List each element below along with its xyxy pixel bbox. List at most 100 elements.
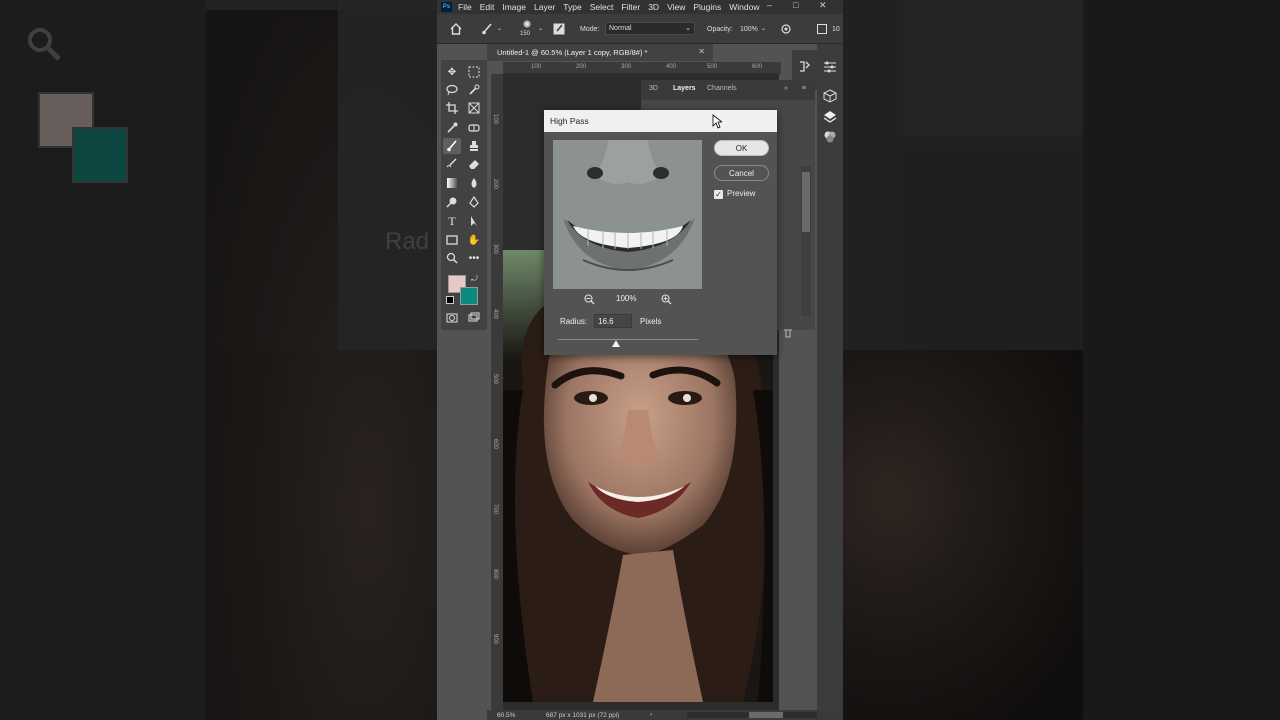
eraser-tool-icon[interactable] (465, 156, 483, 172)
panel-menu-icon[interactable]: ≡ (802, 85, 806, 92)
ruler-tick-label: 600 (492, 439, 498, 450)
menu-select[interactable]: Select (590, 2, 614, 12)
filter-preview[interactable] (553, 140, 702, 289)
blur-tool-icon[interactable] (465, 175, 483, 191)
ruler-tick-label: 400 (666, 64, 677, 70)
adjustments-icon[interactable] (823, 60, 837, 74)
maximize-icon[interactable]: □ (793, 0, 798, 10)
eyedropper-tool-icon[interactable] (443, 120, 461, 136)
history-brush-tool-icon[interactable] (443, 156, 461, 172)
radius-slider-thumb[interactable] (612, 340, 620, 347)
preview-zoom-value: 100% (616, 294, 637, 303)
move-tool-icon[interactable]: ✥ (443, 64, 461, 80)
preview-label: Preview (727, 189, 756, 198)
blurred-backdrop-left: Rad (0, 0, 437, 720)
brush-settings-icon[interactable] (553, 23, 565, 35)
quick-mask-icon[interactable] (443, 310, 461, 326)
expand-panels-icon[interactable]: » (784, 85, 788, 92)
chevron-right-icon[interactable]: › (650, 711, 652, 718)
swap-colors-icon[interactable]: ⤾ (471, 274, 478, 284)
menu-filter[interactable]: Filter (621, 2, 640, 12)
ok-button[interactable]: OK (714, 140, 769, 156)
brush-tool-icon[interactable] (443, 138, 461, 154)
crop-tool-icon[interactable] (443, 100, 461, 116)
home-icon[interactable] (450, 23, 462, 35)
default-colors-icon[interactable] (446, 296, 454, 304)
flow-value[interactable]: 10 (832, 26, 840, 33)
pen-tool-icon[interactable] (465, 194, 483, 210)
menu-plugins[interactable]: Plugins (693, 2, 721, 12)
channels-panel-icon[interactable] (823, 130, 837, 144)
opacity-value[interactable]: 100% (740, 26, 758, 33)
menu-3d[interactable]: 3D (648, 2, 659, 12)
opacity-label: Opacity: (707, 26, 733, 33)
type-tool-icon[interactable]: T (443, 213, 461, 229)
zoom-in-icon[interactable] (661, 294, 672, 305)
quick-selection-tool-icon[interactable] (465, 82, 483, 98)
menu-type[interactable]: Type (563, 2, 581, 12)
path-selection-tool-icon[interactable] (465, 213, 483, 229)
photoshop-window: Ps File Edit Image Layer Type Select Fil… (437, 0, 843, 720)
panel-dock (817, 44, 843, 710)
menu-window[interactable]: Window (729, 2, 759, 12)
menu-layer[interactable]: Layer (534, 2, 555, 12)
mode-label: Mode: (580, 26, 600, 33)
radius-input[interactable]: 16.6 (594, 314, 632, 328)
screen-mode-icon[interactable] (465, 310, 483, 326)
menu-bar: Ps File Edit Image Layer Type Select Fil… (437, 0, 843, 14)
lasso-tool-icon[interactable] (443, 82, 461, 98)
menu-view[interactable]: View (667, 2, 685, 12)
tab-3d[interactable]: 3D (649, 85, 658, 92)
more-tools-icon[interactable]: ••• (465, 250, 483, 266)
spot-healing-tool-icon[interactable] (465, 120, 483, 136)
delete-layer-icon[interactable] (783, 328, 793, 338)
brush-tool-icon[interactable] (481, 23, 493, 35)
document-tab[interactable]: Untitled-1 @ 60.5% (Layer 1 copy, RGB/8#… (487, 44, 713, 61)
blend-mode-select[interactable]: Normal ⌄ (605, 22, 695, 35)
3d-panel-icon[interactable] (823, 89, 837, 103)
menu-edit[interactable]: Edit (480, 2, 495, 12)
options-bar: ⌄ 150 ⌄ Mode: Normal ⌄ Opacity: 100% ⌄ 1… (437, 14, 843, 44)
rectangle-tool-icon[interactable] (443, 232, 461, 248)
menu-image[interactable]: Image (502, 2, 526, 12)
marquee-tool-icon[interactable] (465, 64, 483, 80)
horizontal-ruler: 100 200 300 400 500 600 (503, 62, 781, 74)
tab-channels[interactable]: Channels (707, 85, 737, 92)
menu-file[interactable]: File (458, 2, 472, 12)
status-zoom[interactable]: 60.5% (497, 712, 515, 719)
frame-tool-icon[interactable] (465, 100, 483, 116)
close-window-icon[interactable]: ✕ (819, 0, 827, 11)
dodge-tool-icon[interactable] (443, 194, 461, 210)
horizontal-scrollbar[interactable] (687, 712, 817, 718)
layers-panel-icon[interactable] (823, 110, 837, 124)
brush-preset-picker[interactable]: 150 (520, 18, 534, 42)
brush-settings-panel-icon[interactable] (798, 60, 811, 73)
gradient-tool-icon[interactable] (443, 175, 461, 191)
airbrush-icon[interactable] (817, 24, 827, 34)
zoom-out-icon[interactable] (584, 294, 595, 305)
ruler-tick-label: 900 (492, 634, 498, 645)
hand-tool-icon[interactable]: ✋ (465, 232, 483, 248)
preview-image (553, 140, 702, 289)
brush-tip-icon (523, 20, 531, 28)
minimize-icon[interactable]: – (767, 0, 772, 10)
layers-scrollbar[interactable] (801, 166, 811, 316)
zoom-tool-icon[interactable] (443, 250, 461, 266)
tab-layers[interactable]: Layers (673, 85, 696, 92)
radius-label: Radius: (560, 317, 588, 326)
pressure-opacity-icon[interactable] (781, 24, 791, 34)
brush-size-value: 150 (520, 31, 531, 37)
background-color-swatch[interactable] (460, 287, 478, 305)
preview-checkbox[interactable]: ✓ (714, 190, 723, 199)
cancel-button[interactable]: Cancel (714, 165, 769, 181)
dialog-title: High Pass (544, 110, 777, 132)
status-bar: 60.5% 687 px x 1031 px (72 ppi) › (487, 710, 843, 720)
chevron-down-icon[interactable]: ⌄ (497, 25, 502, 32)
chevron-down-icon[interactable]: ⌄ (761, 25, 766, 32)
close-tab-icon[interactable]: ✕ (698, 47, 705, 56)
ruler-tick-label: 800 (492, 569, 498, 580)
screen: Rad Ps File Edit Image Layer Type Select… (0, 0, 1280, 720)
radius-slider[interactable] (558, 339, 698, 340)
clone-stamp-tool-icon[interactable] (465, 138, 483, 154)
chevron-down-icon[interactable]: ⌄ (538, 25, 543, 32)
